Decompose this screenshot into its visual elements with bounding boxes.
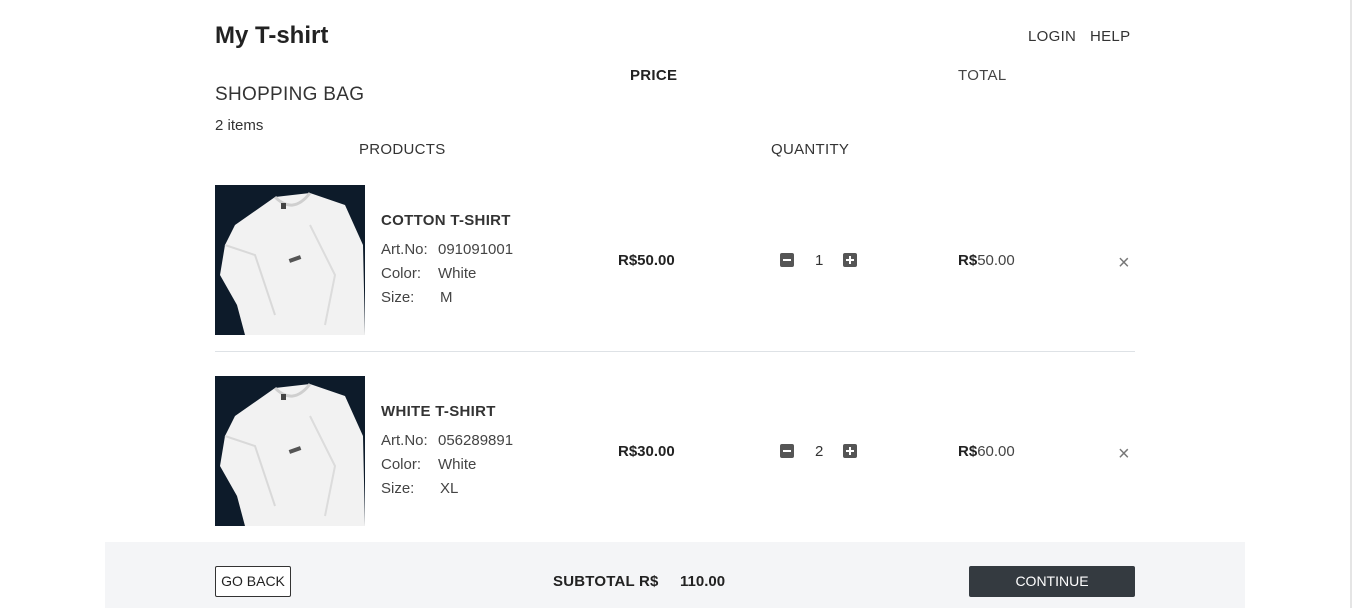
product-image[interactable]: [215, 376, 365, 526]
cart-row: WHITE T-SHIRT Art.No: 056289891 Color: W…: [215, 376, 1135, 526]
product-color: Color: White: [381, 265, 476, 282]
brand-title[interactable]: My T-shirt: [215, 22, 328, 50]
plus-square-icon[interactable]: [843, 253, 857, 267]
product-name[interactable]: WHITE T-SHIRT: [381, 403, 496, 420]
row-divider: [215, 351, 1135, 352]
close-icon[interactable]: ×: [1118, 253, 1130, 273]
art-number-value: 056289891: [438, 432, 514, 449]
line-total: R$50.00: [958, 252, 1015, 269]
quantity-value: 2: [815, 443, 824, 460]
line-total-amount: 50.00: [977, 252, 1015, 269]
column-header-products: PRODUCTS: [359, 141, 446, 158]
unit-price: R$50.00: [618, 252, 675, 269]
subtotal-label: SUBTOTAL R$: [553, 573, 659, 590]
column-header-price: PRICE: [630, 67, 678, 84]
line-total-amount: 60.00: [977, 443, 1015, 460]
product-size: Size: XL: [381, 480, 458, 497]
help-link[interactable]: HELP: [1090, 28, 1130, 45]
art-number: Art.No: 091091001: [381, 241, 513, 258]
unit-price: R$30.00: [618, 443, 675, 460]
plus-square-icon[interactable]: [843, 444, 857, 458]
art-number-value: 091091001: [438, 241, 514, 258]
product-color: Color: White: [381, 456, 476, 473]
column-header-quantity: QUANTITY: [771, 141, 850, 158]
art-number-label: Art.No:: [381, 432, 428, 449]
tshirt-image-icon: [215, 185, 365, 335]
size-label: Size:: [381, 480, 415, 497]
tshirt-image-icon: [215, 376, 365, 526]
page-title: SHOPPING BAG: [215, 84, 365, 105]
size-label: Size:: [381, 289, 415, 306]
subtotal-value: 110.00: [680, 573, 726, 590]
checkout-footer: GO BACK SUBTOTAL R$ 110.00 CONTINUE: [105, 542, 1245, 608]
product-name[interactable]: COTTON T-SHIRT: [381, 212, 511, 229]
minus-square-icon[interactable]: [780, 444, 794, 458]
quantity-value: 1: [815, 252, 824, 269]
size-value: XL: [440, 480, 459, 497]
item-count: 2 items: [215, 117, 264, 134]
line-total: R$60.00: [958, 443, 1015, 460]
go-back-button[interactable]: GO BACK: [215, 566, 291, 597]
line-total-currency: R$: [958, 252, 978, 269]
color-label: Color:: [381, 265, 422, 282]
column-header-total: TOTAL: [958, 67, 1007, 84]
close-icon[interactable]: ×: [1118, 444, 1130, 464]
line-total-currency: R$: [958, 443, 978, 460]
size-value: M: [440, 289, 453, 306]
art-number: Art.No: 056289891: [381, 432, 513, 449]
minus-square-icon[interactable]: [780, 253, 794, 267]
art-number-label: Art.No:: [381, 241, 428, 258]
color-value: White: [438, 456, 477, 473]
product-image[interactable]: [215, 185, 365, 335]
color-value: White: [438, 265, 477, 282]
color-label: Color:: [381, 456, 422, 473]
cart-row: COTTON T-SHIRT Art.No: 091091001 Color: …: [215, 185, 1135, 335]
product-size: Size: M: [381, 289, 453, 306]
login-link[interactable]: LOGIN: [1028, 28, 1076, 45]
continue-button[interactable]: CONTINUE: [969, 566, 1135, 597]
